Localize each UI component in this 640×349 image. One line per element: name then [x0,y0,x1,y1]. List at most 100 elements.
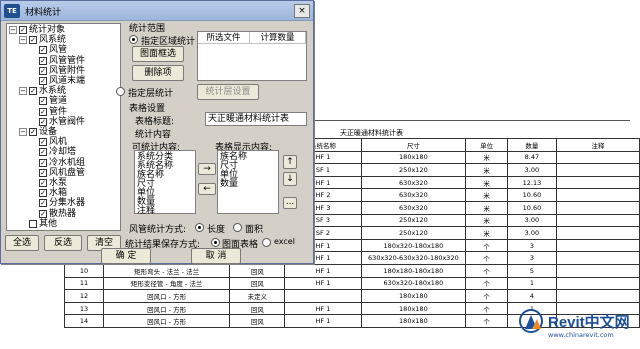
tree-node[interactable]: − ✓ 统计对象 [9,25,65,35]
table-title-input[interactable]: 天正暖通材料统计表 [205,112,307,126]
tree-node[interactable]: ✓ 风道末端 [29,76,85,86]
checkbox[interactable]: ✓ [29,36,37,45]
checkbox[interactable]: ✓ [39,148,47,157]
content-heading: 统计内容 [135,130,172,140]
pick-region-button[interactable]: 图面框选 [132,46,184,62]
table-cell: 180x180 [360,150,467,165]
available-list[interactable]: 系统分类 系统名称 族名称 尺寸 单位 数量 注释 [134,150,196,216]
checkbox[interactable]: ✓ [29,87,37,96]
table-cell: 米 [465,163,508,177]
remove-arrow-button[interactable]: ← [198,183,216,195]
tree-node[interactable]: ✓ 风管附件 [29,66,85,76]
checkbox[interactable]: ✓ [39,117,47,126]
close-button[interactable]: × [294,4,310,18]
shown-list[interactable]: 族名称 尺寸 单位 数量 [217,150,279,214]
add-arrow-button[interactable]: → [198,163,216,175]
table-cell: 回风 [229,314,286,328]
watermark: Revit中文网 www.chinarevit.com [516,305,634,345]
tree-node[interactable]: ✓ 冷水机组 [29,158,85,168]
tree-node[interactable]: ✓ 风管管件 [29,56,85,66]
checkbox[interactable]: ✓ [39,107,47,116]
tree-node[interactable]: ✓ 分集水器 [29,198,85,208]
tree-node[interactable]: ✓ 风管 [29,45,67,55]
checkbox[interactable]: ✓ [39,158,47,167]
checkbox[interactable]: ✓ [39,199,47,208]
checkbox[interactable]: ✓ [39,77,47,85]
table-cell: 10.60 [506,200,557,215]
checkbox[interactable]: ✓ [39,189,47,198]
table-cell [284,289,362,303]
layer-setting-button[interactable]: 统计层设置 [197,84,259,100]
delete-item-button[interactable]: 删除项 [132,65,184,81]
tree-node[interactable]: − ✓ 风系统 [19,35,66,45]
list-item[interactable]: 注释 [137,206,155,216]
checkbox[interactable]: ✓ [39,168,47,177]
checkbox[interactable]: ✓ [39,66,47,75]
collapse-icon[interactable]: − [19,36,27,45]
table-title: 天正暖通材料统计表 [340,129,403,137]
table-cell: 10.60 [506,188,557,202]
collapse-icon[interactable]: − [19,128,27,136]
select-all-button[interactable]: 全选 [5,235,39,251]
move-up-button[interactable]: ↑ [283,155,297,169]
table-cell [555,188,640,202]
table-cell: 个 [465,238,508,253]
tree-node[interactable]: ✓ 水管阀件 [29,117,85,127]
table-cell: 数量 [506,138,557,152]
checkbox[interactable]: ✓ [39,56,47,65]
table-cell: 个 [465,276,508,291]
tree-node-label: 管道 [49,96,68,107]
table-cell [555,251,640,265]
table-cell: 个 [465,289,508,303]
drawing-table-radio[interactable] [211,238,220,247]
checkbox[interactable]: ✓ [39,209,47,218]
table-cell [555,150,640,165]
checkbox[interactable]: ✓ [39,46,47,55]
tree-node[interactable]: ✓ 管道 [29,96,67,106]
table-title-label: 表格标题: [135,117,175,127]
tree-node[interactable]: ✓ 水箱 [29,188,67,198]
tree-node[interactable]: 其他 [19,219,57,229]
tree-node[interactable]: ✓ 散热器 [29,209,76,219]
tree-node[interactable]: − ✓ 设备 [19,127,57,137]
checkbox[interactable]: ✓ [39,97,47,106]
layer-radio[interactable] [116,87,125,96]
collapse-icon[interactable]: − [19,87,27,96]
tree-node[interactable]: − ✓ 水系统 [19,86,66,96]
tree-node[interactable]: ✓ 管件 [29,107,67,117]
checkbox[interactable] [29,219,37,228]
tree-node-label: 风机 [49,137,68,148]
collapse-icon[interactable]: − [9,26,17,34]
table-cell: 8.47 [506,150,557,165]
length-radio[interactable] [195,223,204,232]
file-column-header: 所选文件 [198,32,250,44]
region-radio[interactable] [129,35,138,44]
checkbox[interactable]: ✓ [19,26,27,34]
invert-selection-button[interactable]: 反选 [44,235,82,251]
table-cell: 个 [465,251,508,265]
file-list[interactable]: 所选文件 计算数量 [197,31,307,81]
more-button[interactable]: ... [283,197,297,209]
excel-radio[interactable] [262,238,271,247]
move-down-button[interactable]: ↓ [283,172,297,186]
checkbox[interactable]: ✓ [39,138,47,147]
table-cell: 630x320-630x320-180x320 [360,251,467,265]
checkbox[interactable]: ✓ [29,128,37,136]
list-item[interactable]: 数量 [220,179,238,189]
tree-node[interactable]: ✓ 水泵 [29,178,67,188]
table-cell: 3 [506,251,557,265]
table-cell: 180x180 [360,289,467,303]
ok-button[interactable]: 确 定 [101,248,151,264]
table-cell: 矩形弯头 - 法兰 - 法兰 [102,263,231,278]
tree-node-label: 统计对象 [29,25,66,35]
tree-node[interactable]: ✓ 风机盘管 [29,168,85,178]
stats-object-tree[interactable]: − ✓ 统计对象 − ✓ 风系统 ✓ 风管 ✓ 风管管件 ✓ 风管附件 ✓ 风道末端 − ✓ 水系统 ✓ 管道 ✓ 管件… [6,23,121,231]
tree-node[interactable]: ✓ 风机 [29,137,67,147]
tree-node[interactable]: ✓ 冷却塔 [29,147,76,157]
title-bar[interactable]: TE 材料统计 × [1,1,313,21]
table-cell: 尺寸 [360,138,467,152]
area-radio[interactable] [233,223,242,232]
tree-node-label: 水系统 [39,86,67,97]
checkbox[interactable]: ✓ [39,179,47,187]
cancel-button[interactable]: 取 消 [191,248,241,264]
